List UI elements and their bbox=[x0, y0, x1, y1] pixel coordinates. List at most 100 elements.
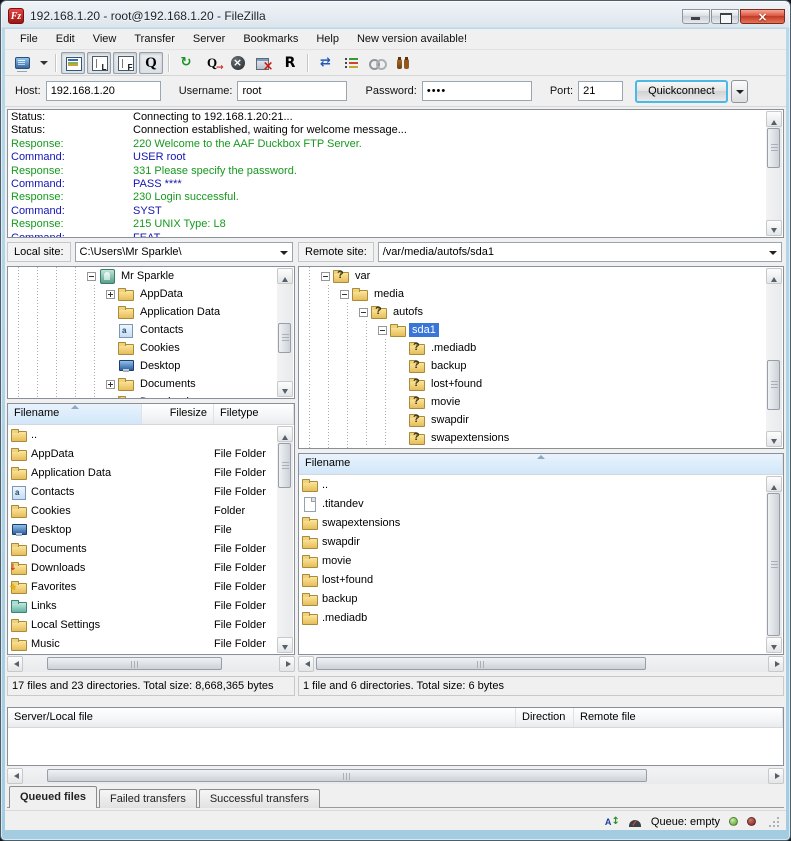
list-item[interactable]: LinksFile Folder bbox=[9, 596, 277, 615]
scroll-up-button[interactable] bbox=[277, 426, 293, 442]
file-search-button[interactable] bbox=[391, 52, 415, 74]
tree-item[interactable]: Documents bbox=[8, 375, 294, 393]
tree-item[interactable]: AppData bbox=[8, 285, 294, 303]
scroll-down-button[interactable] bbox=[766, 431, 782, 447]
tree-item[interactable]: Mr Sparkle bbox=[8, 267, 294, 285]
list-item[interactable]: swapdir bbox=[300, 532, 766, 551]
expand-icon[interactable] bbox=[106, 380, 115, 389]
toggle-queue-button[interactable]: Q bbox=[139, 52, 163, 74]
tree-item[interactable]: media bbox=[299, 285, 783, 303]
directory-listing-filters-button[interactable] bbox=[339, 52, 363, 74]
directory-comparison-button[interactable]: ⇄ bbox=[313, 52, 337, 74]
scroll-up-button[interactable] bbox=[277, 268, 293, 284]
port-input[interactable] bbox=[578, 81, 623, 101]
queue-column-header-remote-file[interactable]: Remote file bbox=[574, 708, 783, 727]
queue-column-header-server-local-file[interactable]: Server/Local file bbox=[8, 708, 516, 727]
menu-item-transfer[interactable]: Transfer bbox=[125, 30, 184, 48]
tree-item[interactable]: ?swapdir bbox=[299, 411, 783, 429]
list-item[interactable]: swapextensions bbox=[300, 513, 766, 532]
tree-item[interactable]: ?var bbox=[299, 267, 783, 285]
scroll-thumb[interactable] bbox=[278, 443, 291, 488]
scroll-thumb[interactable] bbox=[316, 657, 646, 670]
queue-column-header-direction[interactable]: Direction bbox=[516, 708, 574, 727]
remote-site-combo[interactable]: /var/media/autofs/sda1 bbox=[378, 242, 782, 262]
scroll-thumb[interactable] bbox=[767, 493, 780, 636]
local-list-scrollbar[interactable] bbox=[277, 426, 293, 653]
local-list-horizontal-scrollbar[interactable] bbox=[7, 656, 295, 672]
resize-grip[interactable] bbox=[767, 815, 780, 828]
tree-item[interactable]: ?movie bbox=[299, 393, 783, 411]
tree-item[interactable]: sda1 bbox=[299, 321, 783, 339]
column-header-filetype[interactable]: Filetype bbox=[214, 404, 294, 424]
synchronized-browsing-button[interactable] bbox=[365, 52, 389, 74]
tree-item[interactable]: ?autofs bbox=[299, 303, 783, 321]
refresh-button[interactable]: ↻ bbox=[174, 52, 198, 74]
list-item[interactable]: .. bbox=[300, 475, 766, 494]
cancel-button[interactable] bbox=[226, 52, 250, 74]
site-manager-dropdown-button[interactable] bbox=[36, 52, 50, 74]
list-item[interactable]: .mediadb bbox=[300, 608, 766, 627]
scroll-right-button[interactable] bbox=[768, 656, 784, 672]
scroll-left-button[interactable] bbox=[7, 768, 23, 784]
chevron-down-icon[interactable] bbox=[277, 243, 292, 261]
tab-queued-files[interactable]: Queued files bbox=[9, 786, 97, 808]
scroll-right-button[interactable] bbox=[279, 656, 295, 672]
tree-item[interactable]: Desktop bbox=[8, 357, 294, 375]
list-item[interactable]: .titandev bbox=[300, 494, 766, 513]
list-item[interactable]: AppDataFile Folder bbox=[9, 444, 277, 463]
collapse-icon[interactable] bbox=[359, 308, 368, 317]
list-item[interactable]: CookiesFolder bbox=[9, 501, 277, 520]
tab-successful-transfers[interactable]: Successful transfers bbox=[199, 789, 320, 808]
remote-list-scrollbar[interactable] bbox=[766, 476, 782, 653]
list-item[interactable]: .. bbox=[9, 425, 277, 444]
column-header-filename[interactable]: Filename bbox=[8, 404, 142, 424]
tree-item[interactable]: ?swapextensions bbox=[299, 429, 783, 447]
tab-failed-transfers[interactable]: Failed transfers bbox=[99, 789, 197, 808]
local-tree-scrollbar[interactable] bbox=[277, 268, 293, 397]
password-input[interactable] bbox=[422, 81, 532, 101]
local-site-combo[interactable]: C:\Users\Mr Sparkle\ bbox=[75, 242, 293, 262]
menu-item-help[interactable]: Help bbox=[307, 30, 348, 48]
list-item[interactable]: ContactsFile Folder bbox=[9, 482, 277, 501]
collapse-icon[interactable] bbox=[378, 326, 387, 335]
chevron-down-icon[interactable] bbox=[766, 243, 781, 261]
tree-item[interactable]: Contacts bbox=[8, 321, 294, 339]
collapse-icon[interactable] bbox=[87, 272, 96, 281]
list-item[interactable]: DesktopFile bbox=[9, 520, 277, 539]
menu-item-server[interactable]: Server bbox=[184, 30, 234, 48]
tree-item[interactable]: ?backup bbox=[299, 357, 783, 375]
host-input[interactable] bbox=[46, 81, 161, 101]
list-item[interactable]: Local SettingsFile Folder bbox=[9, 615, 277, 634]
scroll-thumb[interactable] bbox=[278, 323, 291, 353]
scroll-thumb[interactable] bbox=[767, 128, 780, 168]
toggle-local-tree-button[interactable] bbox=[87, 52, 111, 74]
column-header-filename[interactable]: Filename bbox=[299, 454, 783, 474]
close-button[interactable]: × bbox=[740, 9, 785, 24]
scroll-left-button[interactable] bbox=[7, 656, 23, 672]
list-item[interactable]: Application DataFile Folder bbox=[9, 463, 277, 482]
username-input[interactable] bbox=[237, 81, 347, 101]
tree-item[interactable]: ↓Downloads bbox=[8, 393, 294, 399]
menu-item-edit[interactable]: Edit bbox=[47, 30, 84, 48]
reconnect-button[interactable]: R bbox=[278, 52, 302, 74]
list-item[interactable]: MusicFile Folder bbox=[9, 634, 277, 653]
scroll-left-button[interactable] bbox=[298, 656, 314, 672]
scroll-up-button[interactable] bbox=[766, 111, 782, 127]
collapse-icon[interactable] bbox=[321, 272, 330, 281]
tree-item[interactable]: ?dvd bbox=[299, 447, 783, 449]
message-log-scrollbar[interactable] bbox=[766, 111, 782, 236]
list-item[interactable]: lost+found bbox=[300, 570, 766, 589]
menu-item-file[interactable]: File bbox=[11, 30, 47, 48]
remote-list-horizontal-scrollbar[interactable] bbox=[298, 656, 784, 672]
menu-item-view[interactable]: View bbox=[84, 30, 126, 48]
tree-item[interactable]: Cookies bbox=[8, 339, 294, 357]
tree-item[interactable]: Application Data bbox=[8, 303, 294, 321]
toggle-remote-tree-button[interactable] bbox=[113, 52, 137, 74]
maximize-button[interactable] bbox=[711, 9, 739, 24]
scroll-thumb[interactable] bbox=[47, 657, 222, 670]
tree-item[interactable]: ?.mediadb bbox=[299, 339, 783, 357]
menu-item-new-version-available[interactable]: New version available! bbox=[348, 30, 476, 48]
scroll-down-button[interactable] bbox=[277, 381, 293, 397]
scroll-right-button[interactable] bbox=[768, 768, 784, 784]
toggle-message-log-button[interactable] bbox=[61, 52, 85, 74]
